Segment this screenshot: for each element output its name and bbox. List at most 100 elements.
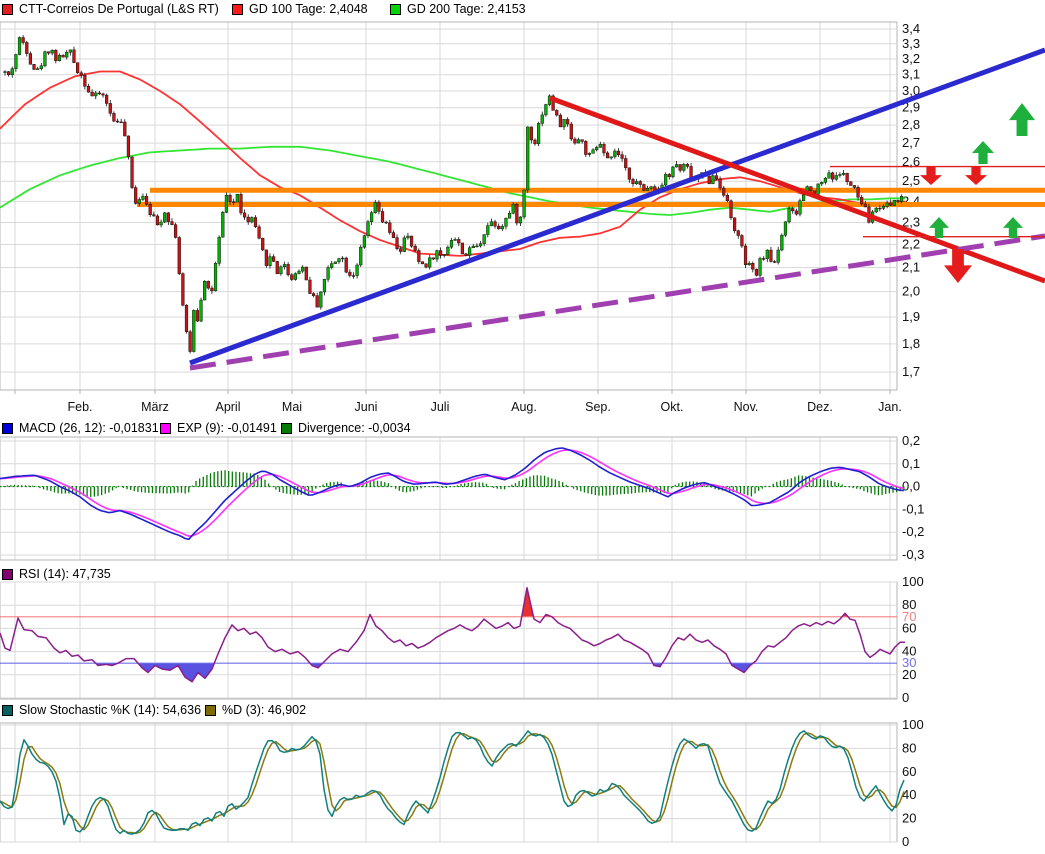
candlestick [791,208,795,212]
candlestick [250,217,254,223]
candlestick [308,279,312,294]
candlestick [685,164,690,167]
candlestick [32,64,36,70]
candlestick [649,186,653,189]
candlestick [373,202,377,213]
candlestick [115,120,120,123]
candlestick [65,52,69,58]
candlestick [148,204,152,216]
candlestick [787,208,791,223]
candlestick [424,263,428,268]
candlestick [319,291,323,308]
candlestick [344,257,348,273]
axis-tick-label: 2,2 [902,236,920,251]
candlestick [337,258,341,263]
candlestick [743,245,748,265]
stock-chart-application: 3,4 3,3 3,2 3,1 3,0 2,9 2,8 2,7 2,6 2,5 2,4 2,3 2,2 2… [0,0,1045,854]
panel-border [0,722,898,843]
candlestick [239,194,243,214]
candlestick [406,235,410,239]
series-label: %D (3): 46,902 [222,703,307,717]
candlestick [569,123,573,140]
candlestick [711,175,715,185]
candlestick [50,49,54,54]
candlestick [126,135,131,158]
candlestick [497,225,501,230]
candlestick [613,150,617,158]
candlestick [631,179,635,185]
candlestick [366,221,370,236]
candlestick [584,141,588,155]
candlestick [428,257,432,268]
axis-tick-label: -0,2 [902,524,924,539]
candlestick [740,235,744,247]
series-color-swatch [390,4,401,15]
candlestick [900,195,904,203]
candlestick [780,234,784,251]
candlestick [464,253,468,256]
axis-tick-label: Mai [282,400,302,414]
gd100-line [0,70,906,257]
candlestick [159,221,163,226]
axis-tick-label: 40 [902,787,916,802]
candlestick [802,194,806,201]
candlestick [315,295,319,308]
candlestick [402,237,406,252]
candlestick [852,185,857,188]
candlestick [769,249,773,262]
candlestick [645,188,650,191]
candlestick [377,202,381,212]
candlestick [228,194,232,202]
candlestick [537,123,541,145]
candlestick [123,121,127,137]
candlestick [362,235,366,248]
candlestick [874,207,878,213]
candlestick [856,187,860,198]
candlestick [489,221,494,226]
candlestick [391,232,396,238]
candlestick [97,92,101,95]
candlestick [232,201,236,203]
candlestick [664,174,668,186]
candlestick [76,62,80,74]
candlestick [689,166,693,179]
candlestick [504,217,508,227]
candlestick [722,187,726,196]
candlestick [725,194,729,202]
candlestick [130,156,134,188]
gd100-legend-item: GD 100 Tage: 2,4048 [232,3,368,16]
buy-signal-arrow-icon [972,141,994,164]
candlestick [885,202,889,207]
candlestick [566,119,570,125]
candlestick [624,158,628,169]
candlestick [384,221,388,224]
axis-tick-label: 3,3 [902,36,920,51]
candlestick [435,250,439,260]
candlestick [881,206,886,209]
candlestick [170,221,174,225]
candlestick [442,254,446,256]
candlestick [544,104,548,116]
candlestick [203,281,207,301]
candlestick [181,273,185,306]
candlestick [351,275,356,277]
candlestick [275,261,279,275]
candlestick [794,210,798,215]
candlestick [54,49,58,62]
candlestick [714,175,719,180]
axis-tick-label: -0,1 [902,501,924,516]
candlestick [39,65,43,69]
buy-signal-arrow-icon [929,217,949,238]
candlestick [834,175,838,180]
axis-tick-label: Jan. [878,400,902,414]
candlestick [195,310,199,322]
axis-tick-label: 2,7 [902,135,920,150]
series-color-swatch [2,705,13,716]
series-label: CTT-Correios De Portugal (L&S RT) [19,2,219,16]
axis-tick-label: 20 [902,811,916,826]
candlestick [14,54,18,69]
candlestick [279,266,283,275]
candlestick [889,202,893,206]
candlestick [475,245,479,248]
candlestick [304,266,308,281]
